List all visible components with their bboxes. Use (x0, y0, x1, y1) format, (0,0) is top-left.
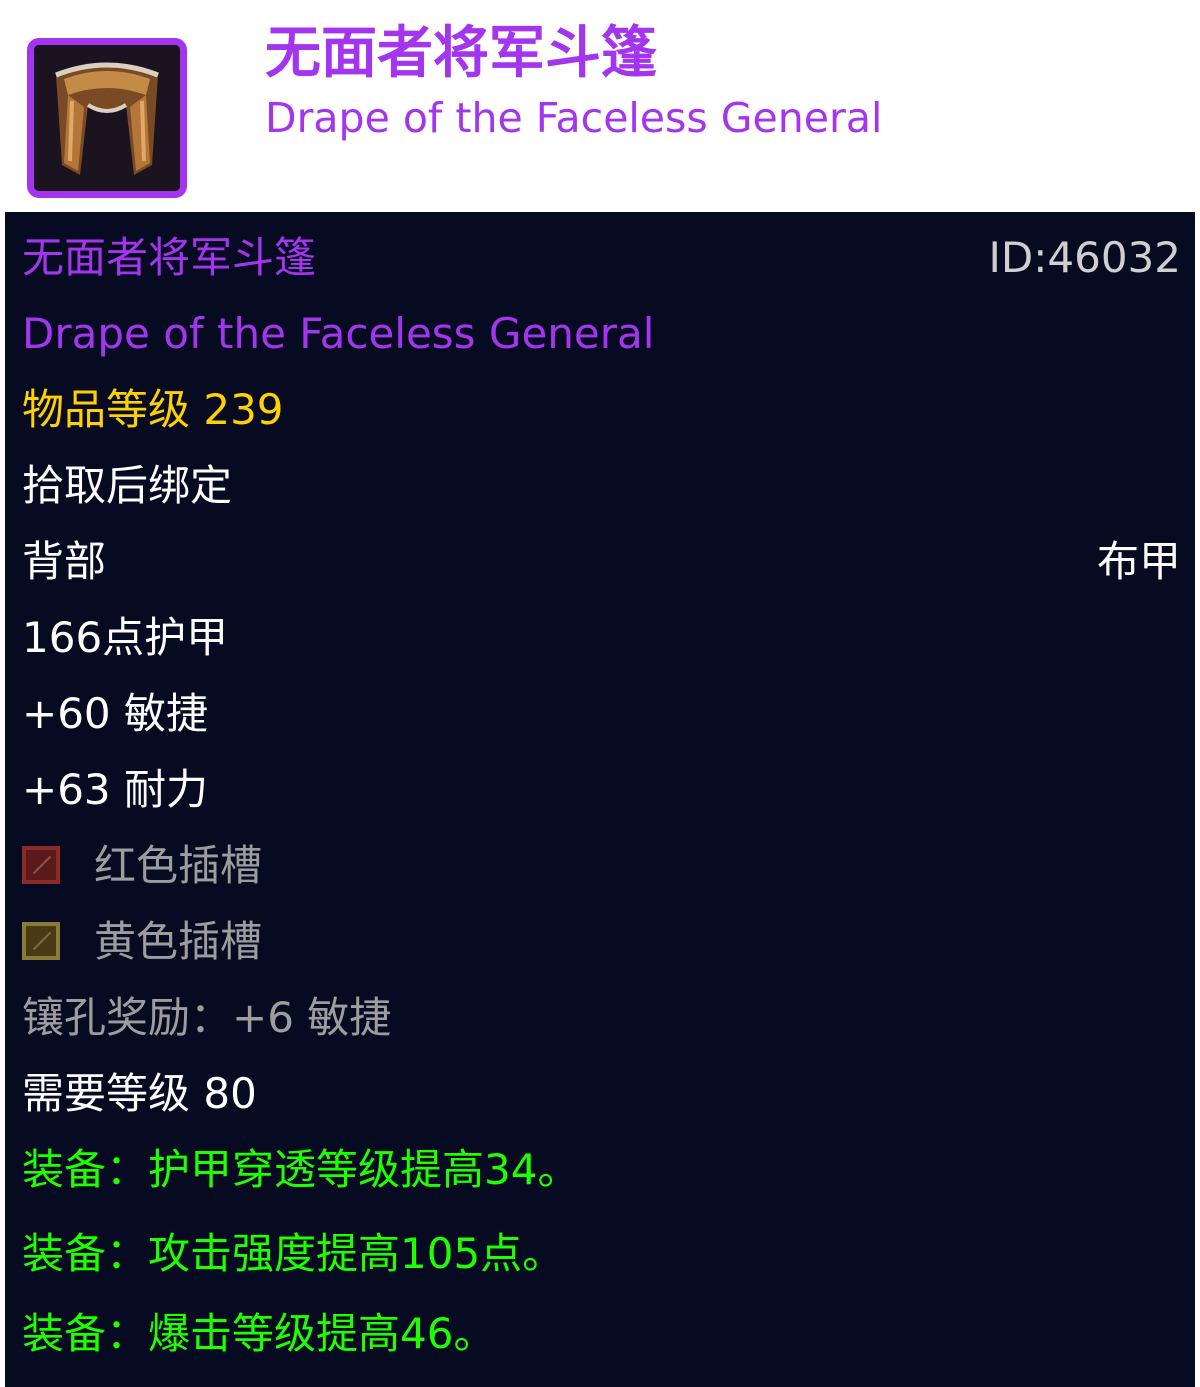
equip-effect: 装备：攻击强度提高105点。 (22, 1229, 565, 1278)
socket-yellow-label: 黄色插槽 (94, 917, 263, 966)
equip-effect: 装备：护甲穿透等级提高34。 (22, 1145, 580, 1194)
yellow-socket-icon (22, 921, 60, 960)
armor-value: 166点护甲 (22, 613, 229, 662)
required-level: 需要等级 80 (22, 1069, 257, 1118)
item-level: 物品等级 239 (22, 385, 284, 434)
item-id: ID:46032 (988, 233, 1182, 282)
equip-effect: 装备：爆击等级提高46。 (22, 1309, 496, 1358)
item-tooltip: 无面者将军斗篷 ID:46032 Drape of the Faceless G… (5, 212, 1195, 1387)
socket-yellow-row: 黄色插槽 (22, 912, 1181, 972)
red-socket-icon (22, 845, 60, 884)
cloak-icon[interactable] (27, 38, 187, 198)
tooltip-name-row: 无面者将军斗篷 ID:46032 (22, 228, 1181, 288)
socket-bonus: 镶孔奖励：+6 敏捷 (22, 993, 392, 1042)
stat-agility: +60 敏捷 (22, 689, 208, 738)
item-title-cn: 无面者将军斗篷 (265, 21, 657, 86)
slot-row: 背部 布甲 (22, 532, 1181, 592)
item-header: 无面者将军斗篷 Drape of the Faceless General (0, 0, 1200, 212)
socket-red-label: 红色插槽 (94, 841, 263, 890)
slot-text: 背部 (22, 537, 107, 586)
binding-text: 拾取后绑定 (22, 461, 233, 510)
stat-stamina: +63 耐力 (22, 765, 208, 814)
armor-type: 布甲 (1096, 537, 1181, 586)
tooltip-name-en: Drape of the Faceless General (22, 309, 655, 358)
tooltip-name-cn: 无面者将军斗篷 (22, 233, 317, 282)
socket-red-row: 红色插槽 (22, 836, 1181, 896)
item-title-en: Drape of the Faceless General (265, 94, 883, 142)
